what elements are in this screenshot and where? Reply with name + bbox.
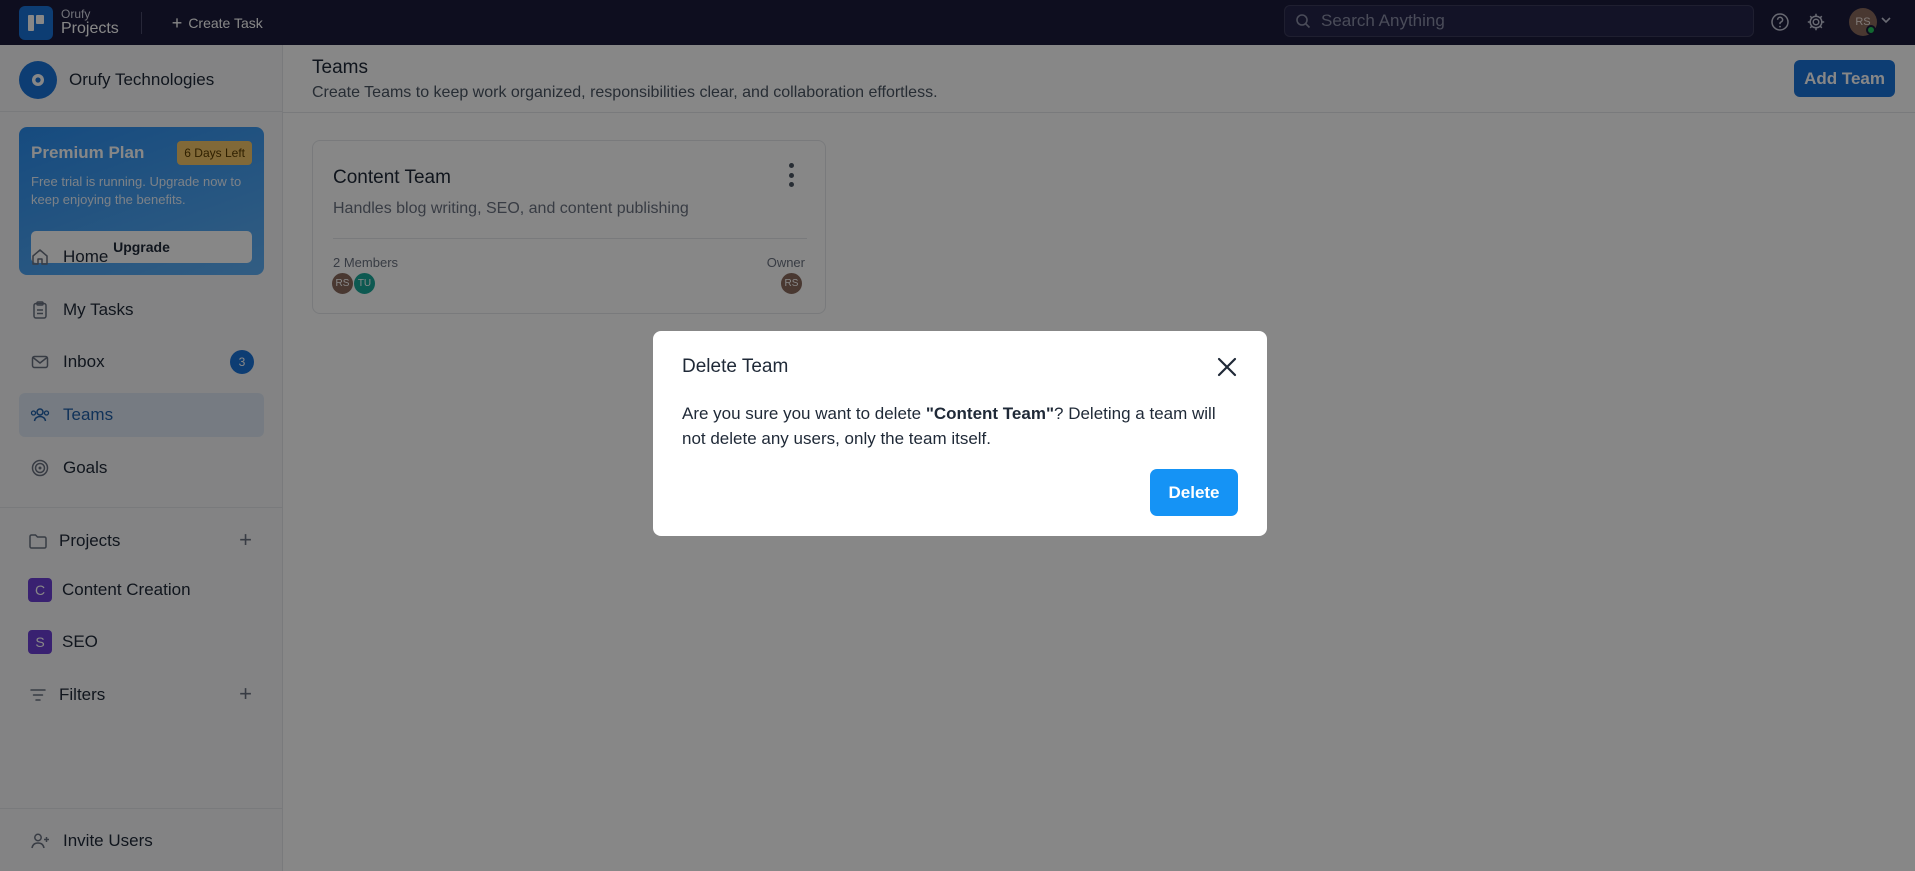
dialog-title: Delete Team bbox=[682, 356, 789, 377]
dialog-message-prefix: Are you sure you want to delete bbox=[682, 404, 926, 423]
delete-team-dialog: Delete Team Are you sure you want to del… bbox=[653, 331, 1267, 536]
delete-button[interactable]: Delete bbox=[1150, 469, 1238, 516]
dialog-team-name: "Content Team" bbox=[925, 404, 1055, 423]
dialog-message: Are you sure you want to delete "Content… bbox=[682, 401, 1242, 451]
close-icon[interactable] bbox=[1215, 355, 1239, 379]
